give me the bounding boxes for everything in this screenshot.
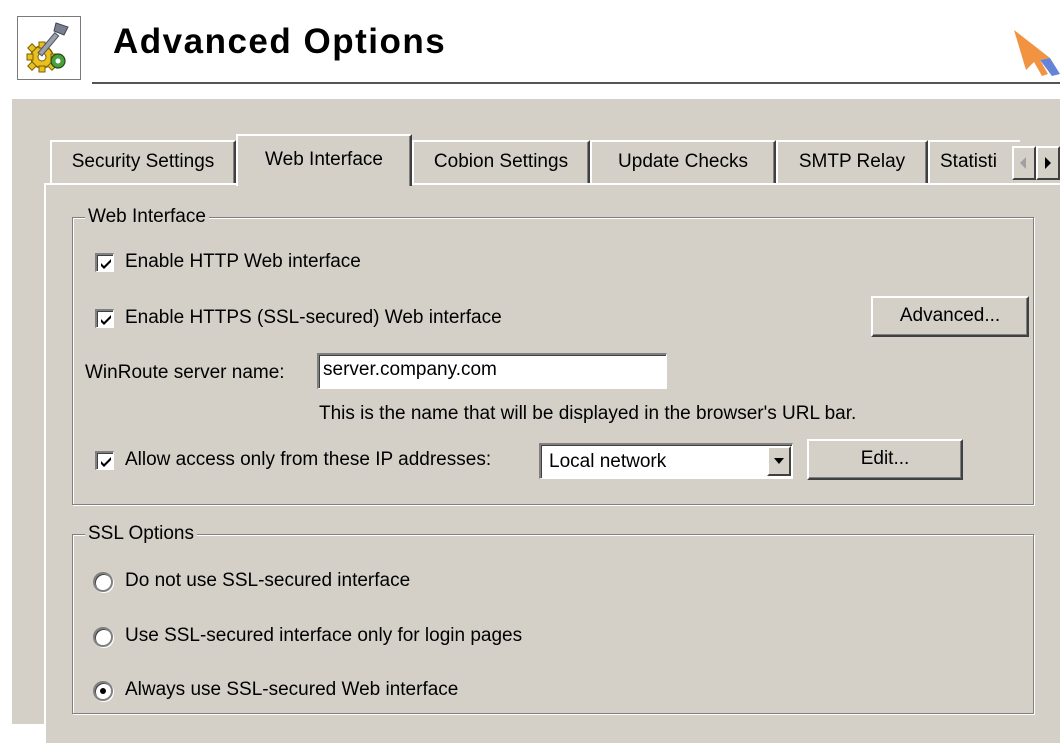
tab-scroll-right-button[interactable] [1036, 146, 1060, 180]
checkmark-icon [101, 259, 111, 269]
enable-https-checkbox[interactable] [95, 309, 114, 328]
ssl-option-login-radio[interactable] [93, 627, 113, 647]
tab-smtp-relay[interactable]: SMTP Relay [776, 140, 928, 184]
ip-group-dropdown-button[interactable] [767, 446, 791, 476]
server-name-label: WinRoute server name: [85, 362, 285, 383]
ssl-option-none-radio[interactable] [93, 572, 113, 592]
tab-update-checks[interactable]: Update Checks [590, 140, 776, 184]
arrow-left-icon [1020, 157, 1026, 169]
radio-selected-dot [100, 688, 106, 694]
checkmark-icon [101, 457, 111, 467]
ip-group-value: Local network [549, 451, 667, 472]
allow-access-checkbox[interactable] [95, 451, 114, 470]
page-title: Advanced Options [113, 22, 447, 61]
tab-label: Cobion Settings [433, 151, 569, 172]
chevron-down-icon [774, 458, 784, 464]
tab-cobion-settings[interactable]: Cobion Settings [412, 140, 590, 184]
tab-label: Statisti [940, 151, 998, 172]
web-interface-group: Web Interface Enable HTTP Web interface … [72, 205, 1034, 505]
ssl-option-always-radio[interactable] [93, 681, 113, 701]
server-name-hint: This is the name that will be displayed … [319, 403, 857, 424]
tab-statistics[interactable]: Statisti [928, 140, 1020, 184]
ssl-option-always-label: Always use SSL-secured Web interface [125, 679, 459, 700]
tab-label: SMTP Relay [798, 151, 906, 172]
arrow-right-icon [1045, 157, 1051, 169]
header-divider [92, 82, 1060, 84]
tab-label: Update Checks [618, 151, 748, 172]
advanced-button[interactable]: Advanced... [871, 296, 1029, 337]
tab-content: Web Interface Enable HTTP Web interface … [44, 183, 1060, 743]
ssl-option-login-label: Use SSL-secured interface only for login… [125, 625, 523, 646]
server-name-input[interactable]: server.company.com [317, 353, 667, 389]
gear-wrench-icon [17, 16, 81, 80]
corner-arrow-icon [1014, 30, 1060, 76]
group-legend: SSL Options [85, 522, 197, 546]
tab-scroll-left-button[interactable] [1012, 146, 1036, 180]
enable-https-label: Enable HTTPS (SSL-secured) Web interface [125, 307, 502, 328]
checkmark-icon [101, 315, 111, 325]
tab-label: Web Interface [265, 149, 383, 170]
ssl-option-none-label: Do not use SSL-secured interface [125, 570, 411, 591]
ip-group-select[interactable]: Local network [539, 443, 793, 479]
ssl-options-group: SSL Options Do not use SSL-secured inter… [72, 522, 1034, 714]
enable-http-checkbox[interactable] [95, 253, 114, 272]
tab-security-settings[interactable]: Security Settings [50, 140, 236, 184]
group-legend: Web Interface [85, 205, 209, 229]
tab-label: Security Settings [71, 151, 215, 172]
edit-ip-group-button[interactable]: Edit... [807, 439, 963, 480]
header: Advanced Options [0, 0, 1060, 98]
tab-web-interface[interactable]: Web Interface [236, 134, 412, 186]
enable-http-label: Enable HTTP Web interface [125, 251, 361, 272]
allow-access-label: Allow access only from these IP addresse… [125, 449, 492, 470]
